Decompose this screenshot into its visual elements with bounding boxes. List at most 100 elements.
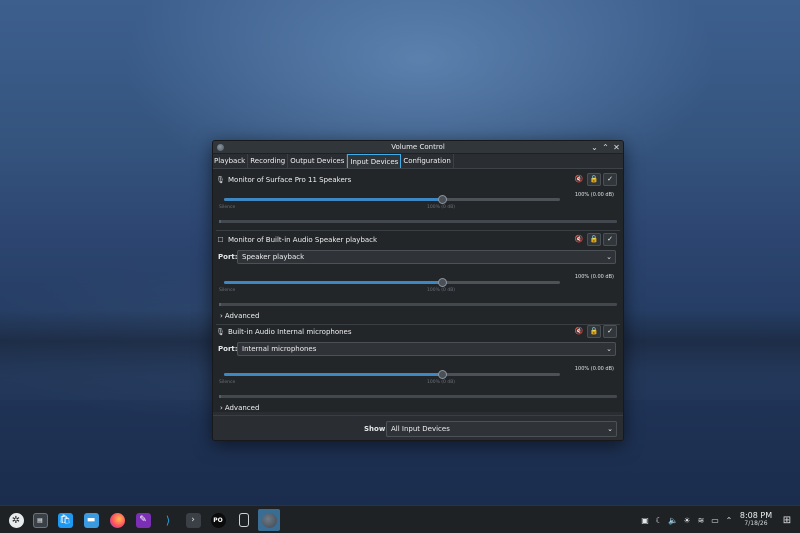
taskbar-app-volume-control[interactable] [258,509,280,531]
taskbar-app-files[interactable]: ▬ [80,509,102,531]
set-default-button[interactable]: ✓ [603,173,617,186]
volume-readout: 100% (0.00 dB) [574,366,614,372]
folder-icon: ▬ [83,512,99,528]
taskbar-app-vscode[interactable]: ⟩ [157,509,179,531]
tab-output-devices[interactable]: Output Devices [288,154,348,168]
volume-slider-handle[interactable] [438,370,448,379]
advanced-label: Advanced [224,312,260,320]
peak-meter [219,395,617,398]
lock-channels-button[interactable]: 🔒 [587,325,601,338]
device-name: Built-in Audio Internal microphones [228,328,352,336]
lock-channels-button[interactable]: 🔒 [587,173,601,186]
taskbar-app-discover[interactable]: 🛍 [54,509,76,531]
port-select[interactable]: Speaker playback ⌄ [237,249,616,264]
device-monitor-surface-speakers: 🎙 Monitor of Surface Pro 11 Speakers 🔇 🔒… [216,173,620,231]
chevron-down-icon: ⌄ [607,425,613,433]
device-name: Monitor of Surface Pro 11 Speakers [228,176,352,184]
device-monitor-builtin-speaker: ☐ Monitor of Built-in Audio Speaker play… [216,233,620,325]
tab-playback[interactable]: Playback [213,154,249,168]
battery-icon[interactable]: ▭ [708,516,722,525]
system-monitor-icon: ▤ [32,512,48,528]
show-desktop-button[interactable]: ⊞ [776,509,798,531]
vscode-icon: ⟩ [160,512,176,528]
port-value: Internal microphones [242,344,317,353]
device-name: Monitor of Built-in Audio Speaker playba… [228,236,378,244]
clock[interactable]: 8:08 PM 7/18/26 [738,511,774,527]
peak-meter [219,220,617,223]
system-tray: ▣ ☾ 🔈 ☀ ≋ ▭ ⌃ [638,506,736,533]
volume-slider[interactable] [224,278,560,287]
minimize-icon[interactable]: ⌄ [591,141,598,154]
mute-icon[interactable]: 🔇 [573,173,585,186]
maximize-icon[interactable]: ⌃ [602,141,609,154]
tab-recording[interactable]: Recording [248,154,289,168]
device-builtin-internal-mics: 🎙 Built-in Audio Internal microphones 🔇 … [216,325,620,414]
black-app-icon: PO [210,512,226,528]
close-icon[interactable]: ✕ [613,141,620,154]
port-value: Speaker playback [242,252,305,261]
volume-readout: 100% (0.00 dB) [574,274,614,280]
window-title: Volume Control [391,143,445,151]
clipboard-icon[interactable]: ▣ [638,516,652,525]
chevron-right-icon: › [220,404,223,412]
microphone-icon: 🎙 [216,328,225,336]
mute-icon[interactable]: 🔇 [573,325,585,338]
volume-slider-handle[interactable] [438,278,448,287]
taskbar-app-black[interactable]: PO [207,509,229,531]
chevron-down-icon: ⌄ [606,344,612,353]
scale-100-label: 100% (0 dB) [427,205,456,210]
port-select[interactable]: Internal microphones ⌄ [237,341,616,356]
taskbar-app-purple[interactable]: ✎ [132,509,154,531]
night-mode-icon[interactable]: ☾ [652,516,666,525]
show-select[interactable]: All Input Devices ⌄ [386,421,617,437]
wifi-icon[interactable]: ≋ [694,516,708,525]
mute-icon[interactable]: 🔇 [573,233,585,246]
scale-silence-label: Silence [219,380,236,385]
expand-tray-icon[interactable]: ⌃ [722,516,736,525]
chevron-down-icon: ⌄ [606,252,612,261]
advanced-expander[interactable]: › Advanced [220,404,259,412]
port-label: Port: [218,344,238,353]
taskbar-app-notes[interactable] [233,509,255,531]
taskbar: ✲ ▤ 🛍 ▬ ✎ ⟩ › PO ▣ ☾ 🔈 ☀ ≋ ▭ ⌃ 8:08 PM 7… [0,505,800,533]
taskbar-app-firefox[interactable] [106,509,128,531]
set-default-button[interactable]: ✓ [603,233,617,246]
scale-100-label: 100% (0 dB) [427,380,456,385]
launcher-icon: ✲ [8,512,24,528]
store-icon: 🛍 [57,512,73,528]
tab-configuration[interactable]: Configuration [401,154,454,168]
set-default-button[interactable]: ✓ [603,325,617,338]
volume-slider[interactable] [224,370,560,379]
microphone-icon: 🎙 [216,176,225,184]
purple-app-icon: ✎ [135,512,151,528]
advanced-label: Advanced [224,404,260,412]
volume-icon[interactable]: 🔈 [666,516,680,525]
tab-input-devices[interactable]: Input Devices [347,154,402,168]
advanced-expander[interactable]: › Advanced [220,312,259,320]
show-filter-bar: Show: All Input Devices ⌄ [213,415,623,440]
chevron-right-icon: › [220,312,223,320]
terminal-icon: › [185,512,201,528]
brightness-icon[interactable]: ☀ [680,516,694,525]
clock-time: 8:08 PM [739,511,773,520]
scale-silence-label: Silence [219,288,236,293]
volume-slider[interactable] [224,195,560,204]
volume-control-icon [261,512,277,528]
firefox-icon [109,512,125,528]
app-icon[interactable] [217,144,224,151]
device-list: 🎙 Monitor of Surface Pro 11 Speakers 🔇 🔒… [213,169,623,412]
desktop-icon: ⊞ [782,514,792,526]
taskbar-app-terminal[interactable]: › [182,509,204,531]
taskbar-app-system-monitor[interactable]: ▤ [29,509,51,531]
peak-meter [219,303,617,306]
tab-bar: Playback Recording Output Devices Input … [213,154,623,169]
app-launcher-button[interactable]: ✲ [5,509,27,531]
volume-slider-fill [224,198,443,201]
volume-readout: 100% (0.00 dB) [574,192,614,198]
volume-slider-handle[interactable] [438,195,448,204]
volume-slider-fill [224,373,443,376]
notes-icon [239,513,249,527]
lock-channels-button[interactable]: 🔒 [587,233,601,246]
title-bar[interactable]: Volume Control ⌄ ⌃ ✕ [213,141,623,154]
show-value: All Input Devices [391,425,450,433]
